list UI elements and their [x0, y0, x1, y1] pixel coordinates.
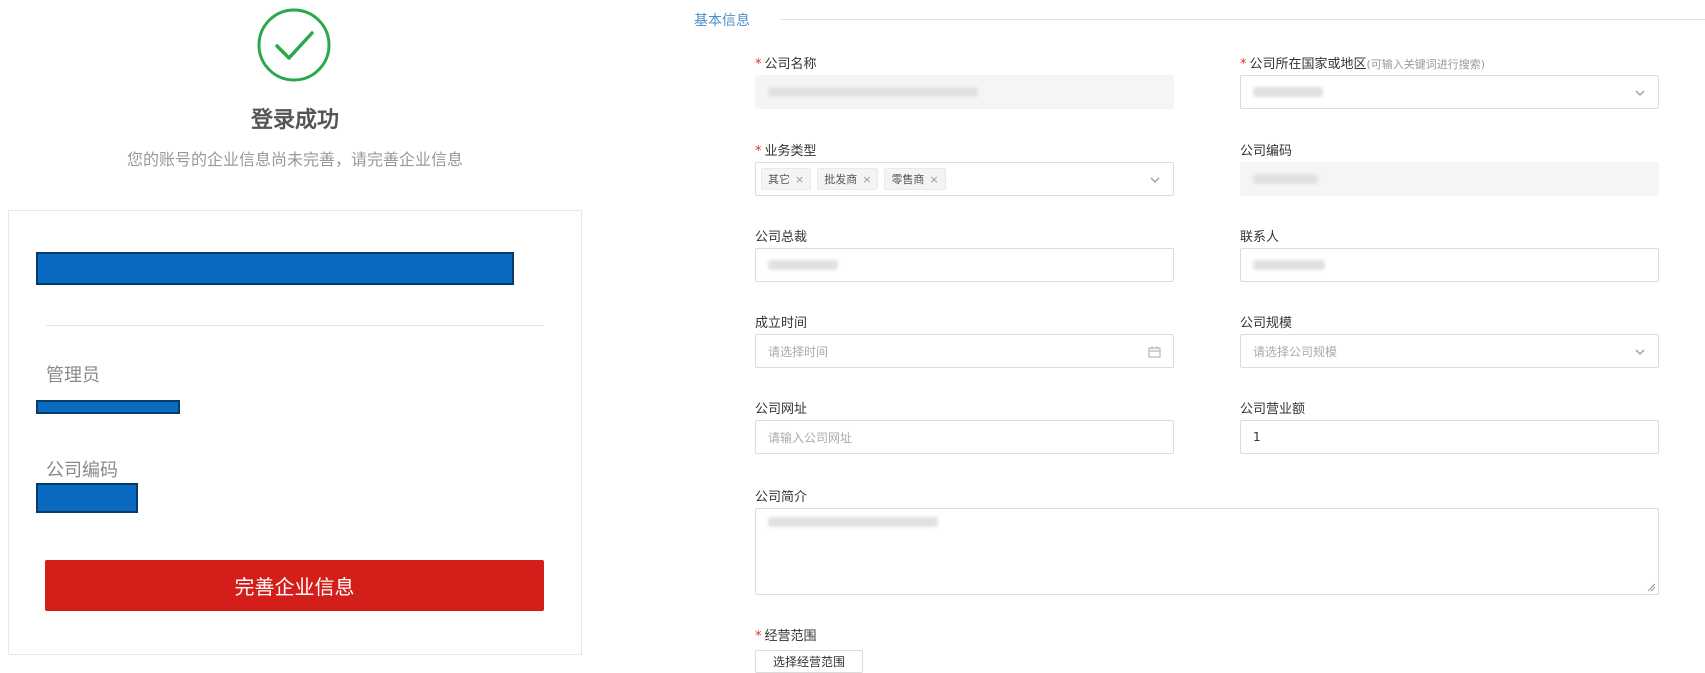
- website-input[interactable]: 请输入公司网址: [755, 420, 1174, 454]
- company-code-field: [1240, 162, 1659, 196]
- country-select[interactable]: [1240, 75, 1659, 109]
- business-type-tag: 其它 ×: [761, 168, 812, 190]
- company-code-label: 公司编码: [46, 460, 118, 481]
- redacted-company-code: [36, 483, 138, 513]
- required-mark: *: [755, 144, 762, 159]
- blurred-value: [768, 517, 938, 527]
- company-name-label: * 公司名称: [755, 57, 817, 72]
- country-search-hint: (可输入关键词进行搜索): [1366, 58, 1486, 71]
- chevron-down-icon: [1635, 90, 1645, 96]
- contact-input[interactable]: [1240, 248, 1659, 282]
- calendar-icon: [1148, 346, 1161, 358]
- section-title: 基本信息: [694, 13, 750, 29]
- login-success-title: 登录成功: [250, 108, 339, 133]
- business-type-label: * 业务类型: [755, 144, 817, 159]
- tag-remove-icon[interactable]: ×: [929, 173, 938, 186]
- blurred-value: [768, 87, 978, 97]
- tag-remove-icon[interactable]: ×: [862, 173, 871, 186]
- founded-date-picker[interactable]: 请选择时间: [755, 334, 1174, 368]
- company-code-label: 公司编码: [1240, 144, 1293, 159]
- scale-label: 公司规模: [1240, 316, 1293, 331]
- complete-company-info-button[interactable]: 完善企业信息: [45, 560, 544, 611]
- website-placeholder: 请输入公司网址: [768, 430, 853, 445]
- company-name-field: [755, 75, 1174, 109]
- login-success-subtitle: 您的账号的企业信息尚未完善，请完善企业信息: [126, 150, 463, 169]
- blurred-value: [768, 260, 838, 270]
- founded-label: 成立时间: [755, 316, 808, 331]
- redacted-company-name: [36, 252, 514, 285]
- blurred-value: [1253, 87, 1323, 97]
- chevron-down-icon: [1635, 349, 1645, 355]
- revenue-input[interactable]: 1: [1240, 420, 1659, 454]
- intro-label: 公司简介: [755, 490, 808, 505]
- president-input[interactable]: [755, 248, 1174, 282]
- scope-label: * 经营范围: [755, 629, 817, 644]
- check-circle-icon: [257, 8, 331, 82]
- revenue-value: 1: [1253, 430, 1261, 444]
- chevron-down-icon: [1150, 177, 1160, 183]
- redacted-admin-value: [36, 400, 180, 414]
- card-divider: [46, 325, 544, 326]
- country-label: * 公司所在国家或地区(可输入关键词进行搜索): [1240, 57, 1486, 72]
- login-success-panel: 登录成功 您的账号的企业信息尚未完善，请完善企业信息 管理员 公司编码 完善企业…: [0, 0, 590, 673]
- business-type-select[interactable]: 其它 × 批发商 × 零售商 ×: [755, 162, 1174, 196]
- account-info-card: 管理员 公司编码 完善企业信息: [8, 210, 582, 655]
- scale-select[interactable]: 请选择公司规模: [1240, 334, 1659, 368]
- resize-handle-icon[interactable]: [1646, 582, 1656, 592]
- contact-label: 联系人: [1240, 230, 1280, 245]
- president-label: 公司总裁: [755, 230, 808, 245]
- section-divider: [780, 19, 1705, 20]
- required-mark: *: [755, 629, 762, 644]
- intro-textarea[interactable]: [755, 508, 1659, 595]
- business-type-tag: 批发商 ×: [817, 168, 879, 190]
- select-scope-button[interactable]: 选择经营范围: [755, 650, 863, 673]
- revenue-label: 公司营业额: [1240, 402, 1306, 417]
- admin-label: 管理员: [46, 365, 100, 386]
- blurred-value: [1253, 260, 1325, 270]
- scale-placeholder: 请选择公司规模: [1253, 344, 1338, 359]
- required-mark: *: [755, 57, 762, 72]
- founded-placeholder: 请选择时间: [768, 344, 829, 359]
- website-label: 公司网址: [755, 402, 808, 417]
- business-type-tag: 零售商 ×: [884, 168, 946, 190]
- blurred-value: [1253, 174, 1318, 184]
- required-mark: *: [1240, 57, 1247, 72]
- tag-remove-icon[interactable]: ×: [795, 173, 804, 186]
